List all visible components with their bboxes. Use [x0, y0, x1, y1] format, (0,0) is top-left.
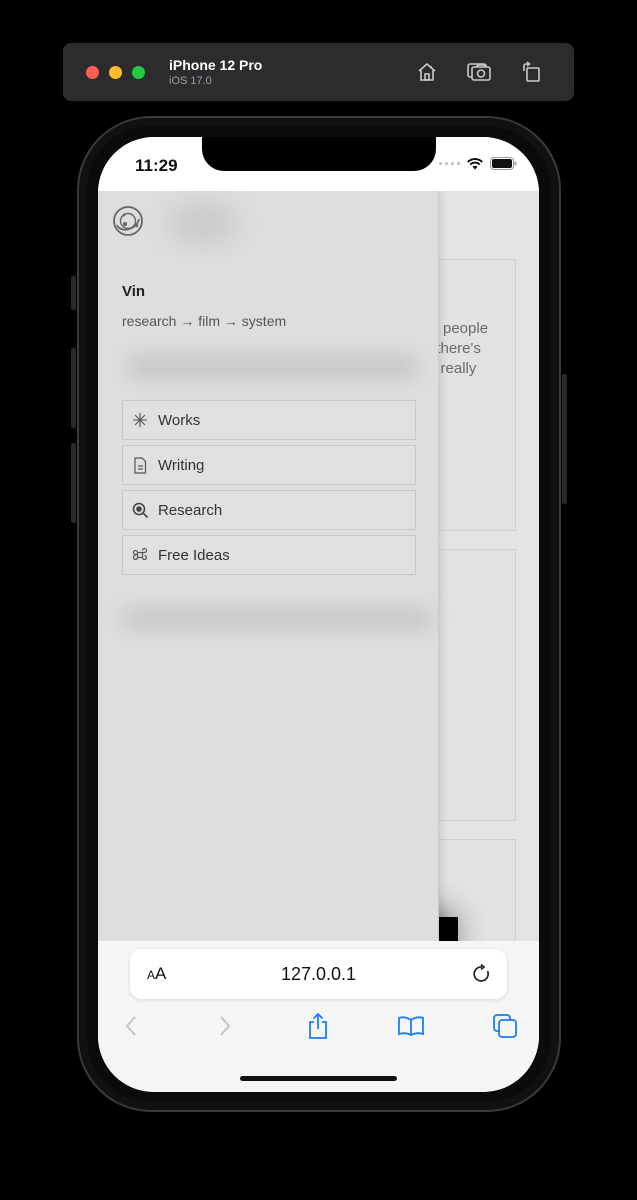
blurred-footer-element — [122, 609, 432, 629]
screenshot-button[interactable] — [466, 59, 492, 85]
reload-icon[interactable] — [471, 963, 493, 985]
nav-item-label: Writing — [158, 456, 205, 474]
window-controls — [86, 65, 145, 79]
share-button[interactable] — [303, 1011, 333, 1041]
simulator-title: iPhone 12 Pro iOS 17.0 — [169, 57, 262, 88]
screenshot-icon — [467, 63, 491, 81]
status-time: 11:29 — [135, 156, 178, 175]
nav-item-label: Works — [158, 411, 201, 429]
rotate-icon — [523, 61, 540, 82]
address-bar[interactable]: AA 127.0.0.1 — [130, 949, 507, 999]
drawer-nav: Works Writing Research Free Ideas — [122, 400, 416, 580]
forward-icon — [220, 1016, 231, 1036]
home-button[interactable] — [414, 59, 440, 85]
url-text[interactable]: 127.0.0.1 — [130, 964, 507, 985]
dark-element — [438, 917, 458, 941]
safari-toolbar — [98, 1011, 539, 1051]
zoom-window-button[interactable] — [132, 65, 145, 79]
os-version: iOS 17.0 — [169, 74, 212, 87]
profile-tagline: research → film → system — [122, 313, 287, 329]
rotate-button[interactable] — [518, 59, 544, 85]
volume-down-button — [71, 443, 76, 523]
magnifier-icon — [132, 502, 148, 518]
nav-item-writing[interactable]: Writing — [122, 445, 416, 485]
tabs-icon — [493, 1014, 517, 1038]
forward-button[interactable] — [210, 1011, 240, 1041]
power-button — [562, 374, 567, 504]
command-icon — [132, 547, 148, 561]
simulator-titlebar: iPhone 12 Pro iOS 17.0 — [63, 43, 574, 101]
bookmarks-button[interactable] — [396, 1011, 426, 1041]
nav-item-works[interactable]: Works — [122, 400, 416, 440]
nav-item-free-ideas[interactable]: Free Ideas — [122, 535, 416, 575]
tabs-button[interactable] — [490, 1011, 520, 1041]
volume-up-button — [71, 348, 76, 428]
home-indicator[interactable] — [240, 1076, 397, 1081]
notch — [202, 137, 436, 171]
blurred-header-element — [168, 203, 238, 243]
phone-screen: 11:29 w people , there's n really — [98, 137, 539, 1092]
side-drawer: Vin research → film → system Works Writi… — [98, 191, 439, 941]
silent-switch — [71, 276, 76, 310]
nav-item-label: Free Ideas — [158, 546, 230, 564]
back-icon — [125, 1016, 136, 1036]
asterisk-icon — [133, 413, 147, 427]
device-name: iPhone 12 Pro — [169, 56, 263, 73]
web-page: w people , there's n really Vin research… — [98, 191, 539, 941]
share-icon — [309, 1012, 327, 1039]
wifi-icon — [467, 158, 483, 170]
text-size-button[interactable]: AA — [147, 964, 166, 984]
profile-name: Vin — [122, 283, 146, 300]
nav-item-label: Research — [158, 501, 223, 519]
document-icon — [134, 456, 147, 474]
safari-bottom-bar: AA 127.0.0.1 — [98, 941, 539, 1092]
close-window-button[interactable] — [86, 65, 99, 79]
back-button[interactable] — [116, 1011, 146, 1041]
nav-item-research[interactable]: Research — [122, 490, 416, 530]
blurred-description — [128, 356, 418, 378]
home-icon — [418, 62, 436, 81]
minimize-window-button[interactable] — [109, 65, 122, 79]
status-bar: 11:29 — [98, 137, 539, 191]
signal-dots-icon — [439, 162, 460, 165]
bookmarks-icon — [398, 1016, 424, 1037]
orbit-logo-icon[interactable] — [112, 205, 144, 237]
battery-icon — [490, 157, 517, 170]
